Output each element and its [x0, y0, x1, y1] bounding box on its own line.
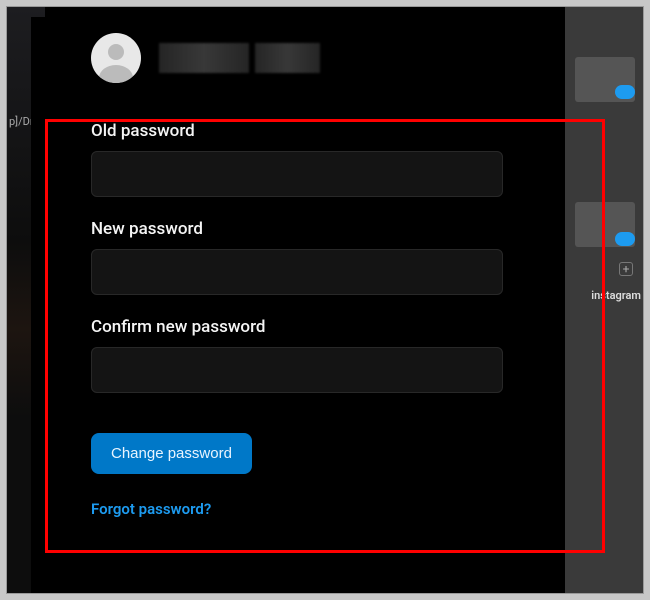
- new-password-group: New password: [91, 219, 503, 295]
- username-redacted: [159, 43, 320, 73]
- forgot-password-link[interactable]: Forgot password?: [91, 500, 211, 518]
- old-password-group: Old password: [91, 121, 503, 197]
- redacted-block: [159, 43, 249, 73]
- change-password-panel: Old password New password Confirm new pa…: [31, 17, 563, 593]
- background-layer: p]/Dr + instagram Old password: [7, 7, 643, 593]
- avatar: [91, 33, 141, 83]
- app-frame: p]/Dr + instagram Old password: [6, 6, 644, 594]
- background-pill-2: [615, 232, 635, 246]
- confirm-password-input[interactable]: [91, 347, 503, 393]
- redacted-block: [255, 43, 320, 73]
- background-left-text: p]/Dr: [9, 115, 34, 128]
- background-pill-1: [615, 85, 635, 99]
- old-password-input[interactable]: [91, 151, 503, 197]
- new-password-label: New password: [91, 219, 503, 239]
- profile-row: [31, 17, 563, 93]
- confirm-password-label: Confirm new password: [91, 317, 503, 337]
- new-password-input[interactable]: [91, 249, 503, 295]
- password-form: Old password New password Confirm new pa…: [31, 93, 563, 528]
- plus-icon: +: [619, 262, 633, 276]
- background-right-title: instagram: [591, 289, 641, 302]
- old-password-label: Old password: [91, 121, 503, 141]
- change-password-button[interactable]: Change password: [91, 433, 252, 474]
- background-right-panel: + instagram: [565, 7, 643, 593]
- confirm-password-group: Confirm new password: [91, 317, 503, 393]
